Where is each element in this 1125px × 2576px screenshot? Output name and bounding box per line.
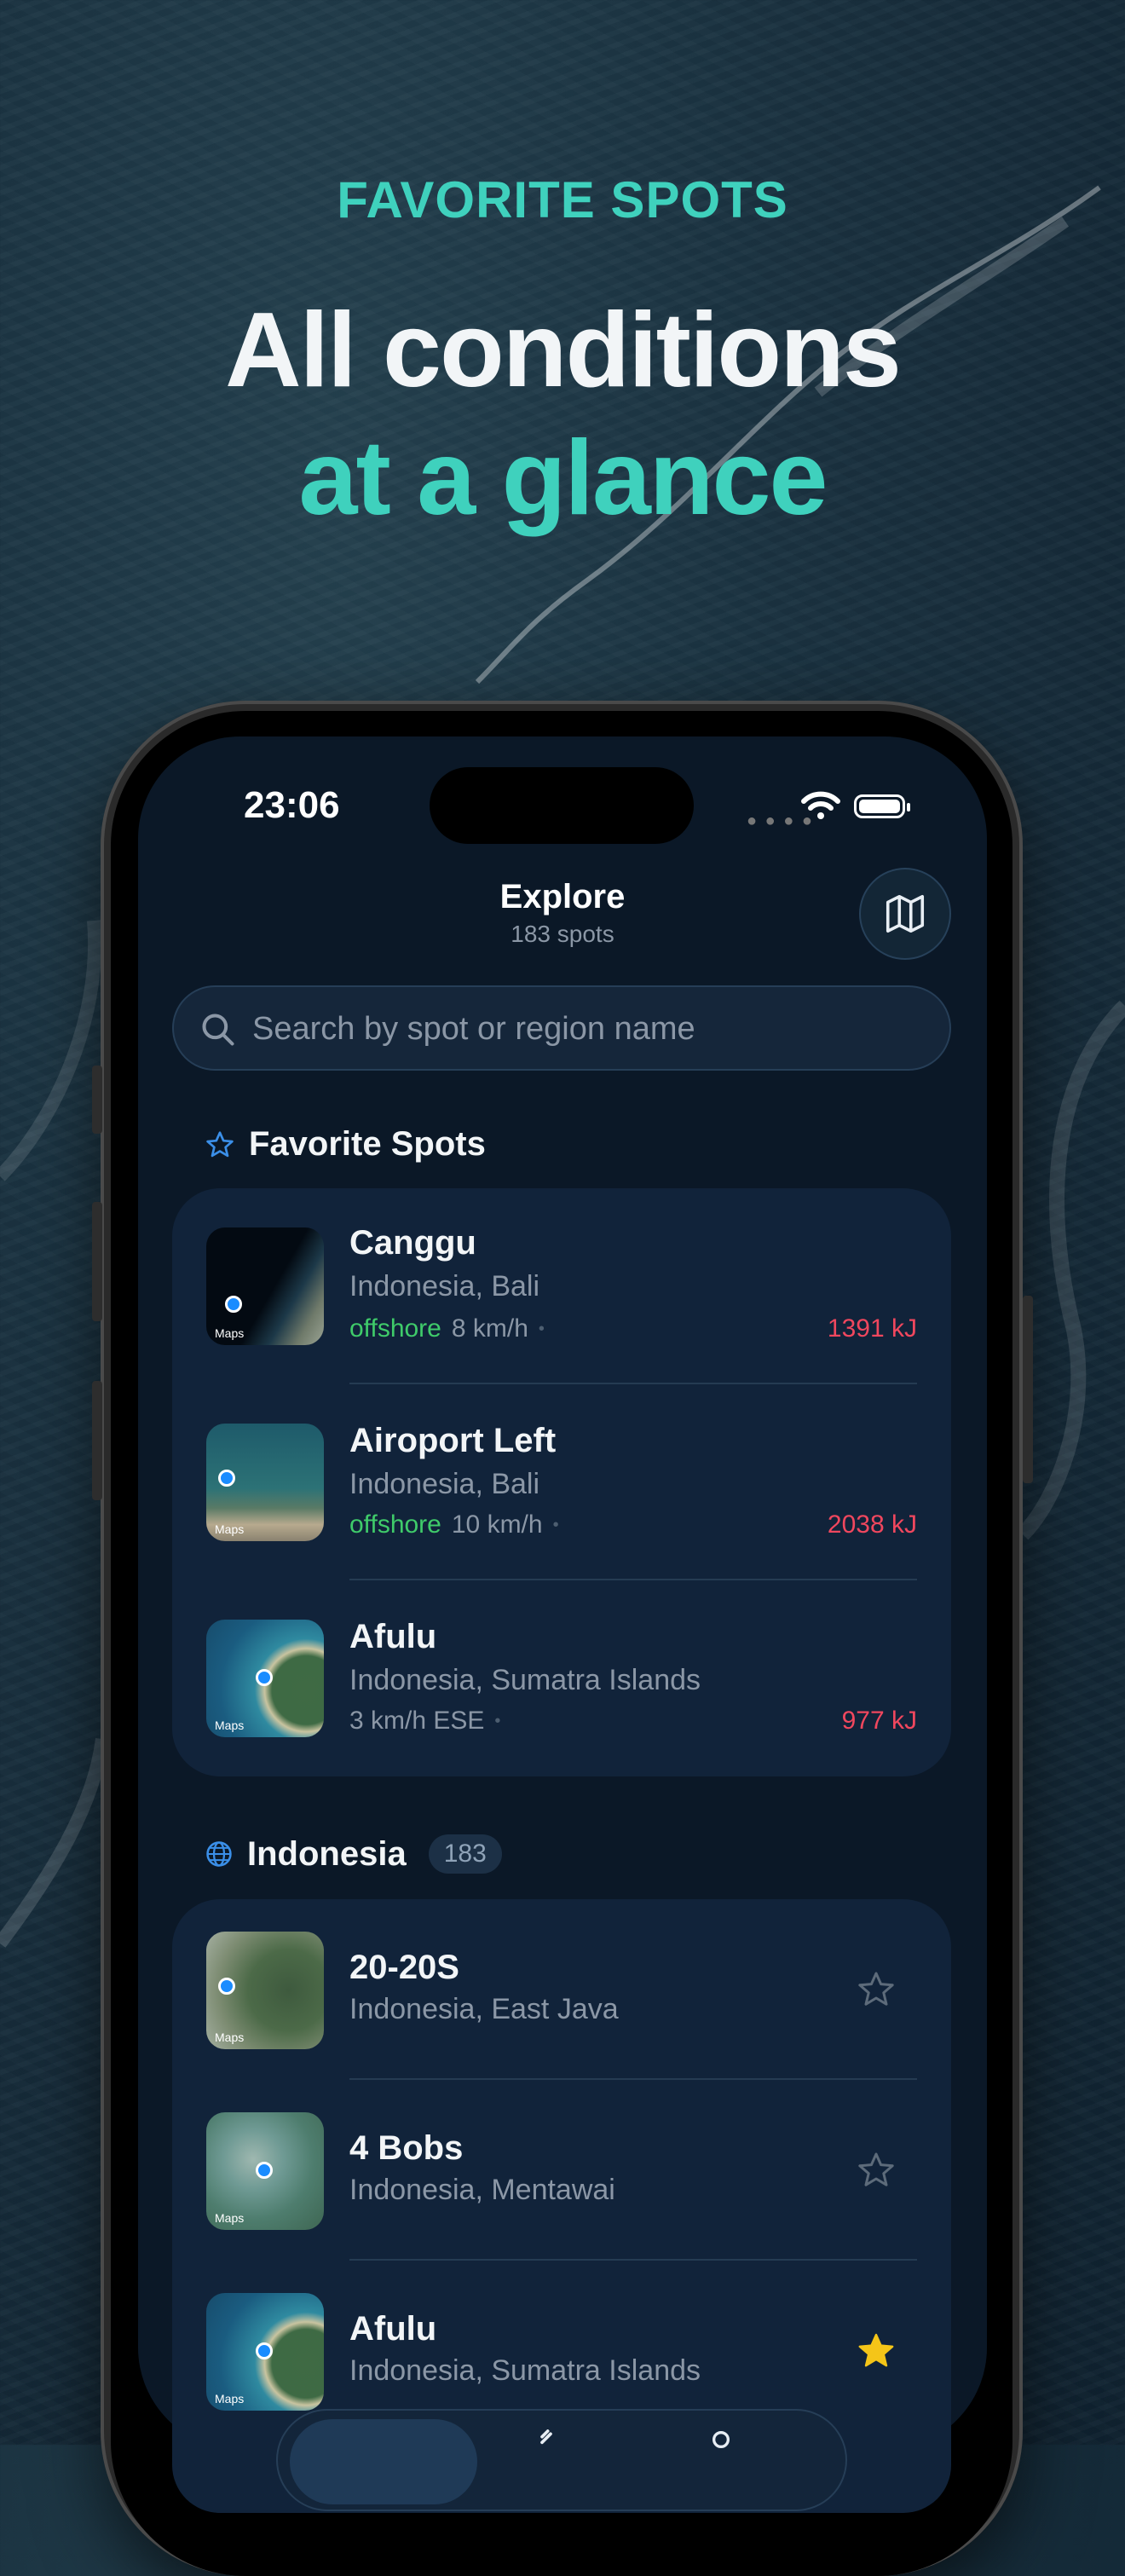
- country-section-label: Indonesia: [247, 1834, 407, 1873]
- battery-icon: [854, 794, 910, 818]
- spot-region: Indonesia, Mentawai: [349, 2174, 615, 2206]
- spot-name: Airoport Left: [349, 1422, 557, 1459]
- swell-energy: 1391 kJ: [827, 1314, 917, 1343]
- eyebrow-label: FAVORITE SPOTS: [337, 171, 788, 228]
- phone-power-button: [1023, 1296, 1033, 1483]
- swell-energy: 977 kJ: [841, 1707, 917, 1735]
- dynamic-island: [430, 767, 694, 844]
- star-outline-icon: [206, 1130, 234, 1157]
- phone-volume-up: [92, 1202, 102, 1321]
- spot-wind: 3 km/h ESE •: [349, 1707, 501, 1735]
- wind-speed: 10 km/h: [451, 1510, 543, 1539]
- favorites-section-header: Favorite Spots: [205, 1125, 486, 1164]
- search-input[interactable]: Search by spot or region name: [172, 985, 951, 1071]
- country-section-header: Indonesia 183: [205, 1834, 502, 1874]
- favorite-star-outline-icon[interactable]: [856, 1969, 897, 2010]
- tab-profile-icon: [712, 2431, 730, 2448]
- headline-line-1: All conditions: [225, 292, 902, 409]
- country-spot-count-badge: 183: [428, 1834, 502, 1874]
- spot-name: Afulu: [349, 1618, 437, 1655]
- tab-forecast[interactable]: [534, 2423, 585, 2474]
- map-view-button[interactable]: [859, 868, 951, 960]
- search-placeholder: Search by spot or region name: [252, 1011, 695, 1047]
- globe-icon: [206, 1841, 232, 1867]
- swell-energy: 2038 kJ: [827, 1510, 917, 1539]
- maps-attribution: Maps: [215, 2211, 245, 2225]
- phone-volume-down: [92, 1381, 102, 1500]
- spot-region: Indonesia, Bali: [349, 1270, 540, 1302]
- tab-profile[interactable]: [704, 2423, 755, 2474]
- search-icon: [202, 1014, 234, 1046]
- maps-attribution: Maps: [215, 2030, 245, 2044]
- spot-name: Canggu: [349, 1224, 476, 1262]
- map-icon: [886, 894, 925, 933]
- spot-row[interactable]: Maps 4 Bobs Indonesia, Mentawai: [172, 2080, 951, 2261]
- favorite-spot-row[interactable]: Maps Canggu Indonesia, Bali offshore 8 k…: [172, 1188, 951, 1384]
- spot-map-thumbnail: Maps: [206, 1620, 324, 1737]
- maps-attribution: Maps: [215, 1326, 245, 1340]
- spot-name: 20-20S: [349, 1949, 459, 1986]
- page-title: Explore: [499, 878, 626, 915]
- spot-map-thumbnail: Maps: [206, 1932, 324, 2049]
- spot-map-thumbnail: Maps: [206, 1424, 324, 1541]
- maps-attribution: Maps: [215, 1522, 245, 1536]
- spot-row[interactable]: Maps 20-20S Indonesia, East Java: [172, 1899, 951, 2080]
- spot-name: Afulu: [349, 2310, 437, 2348]
- spot-region: Indonesia, Sumatra Islands: [349, 2354, 701, 2387]
- favorite-star-outline-icon[interactable]: [856, 2150, 897, 2191]
- favorite-star-filled-icon[interactable]: [856, 2331, 897, 2371]
- favorite-spot-row[interactable]: Maps Airoport Left Indonesia, Bali offsh…: [172, 1384, 951, 1580]
- tab-bar: [276, 2409, 847, 2511]
- wind-direction: offshore: [349, 1314, 441, 1343]
- tab-forecast-icon: [540, 2429, 552, 2445]
- wind-speed: 8 km/h: [451, 1314, 528, 1343]
- spot-region: Indonesia, Sumatra Islands: [349, 1664, 701, 1696]
- spot-wind: offshore 8 km/h •: [349, 1314, 545, 1343]
- maps-attribution: Maps: [215, 1718, 245, 1732]
- wifi-icon: [801, 791, 840, 819]
- favorites-card: Maps Canggu Indonesia, Bali offshore 8 k…: [172, 1188, 951, 1776]
- headline-line-2: at a glance: [298, 419, 828, 537]
- tab-explore[interactable]: [290, 2419, 477, 2504]
- spot-region: Indonesia, Bali: [349, 1468, 540, 1500]
- spot-count: 183 spots: [511, 921, 614, 947]
- favorite-spot-row[interactable]: Maps Afulu Indonesia, Sumatra Islands 3 …: [172, 1580, 951, 1776]
- spot-map-thumbnail: Maps: [206, 2112, 324, 2230]
- spot-wind: offshore 10 km/h •: [349, 1510, 559, 1539]
- phone-side-button: [92, 1066, 102, 1134]
- spot-map-thumbnail: Maps: [206, 1227, 324, 1345]
- spot-map-thumbnail: Maps: [206, 2293, 324, 2411]
- spot-region: Indonesia, East Java: [349, 1993, 619, 2025]
- favorites-section-label: Favorite Spots: [249, 1125, 486, 1163]
- status-time: 23:06: [244, 784, 340, 826]
- wind-speed: 3 km/h ESE: [349, 1707, 485, 1735]
- wind-direction: offshore: [349, 1510, 441, 1539]
- spot-name: 4 Bobs: [349, 2129, 464, 2167]
- maps-attribution: Maps: [215, 2392, 245, 2406]
